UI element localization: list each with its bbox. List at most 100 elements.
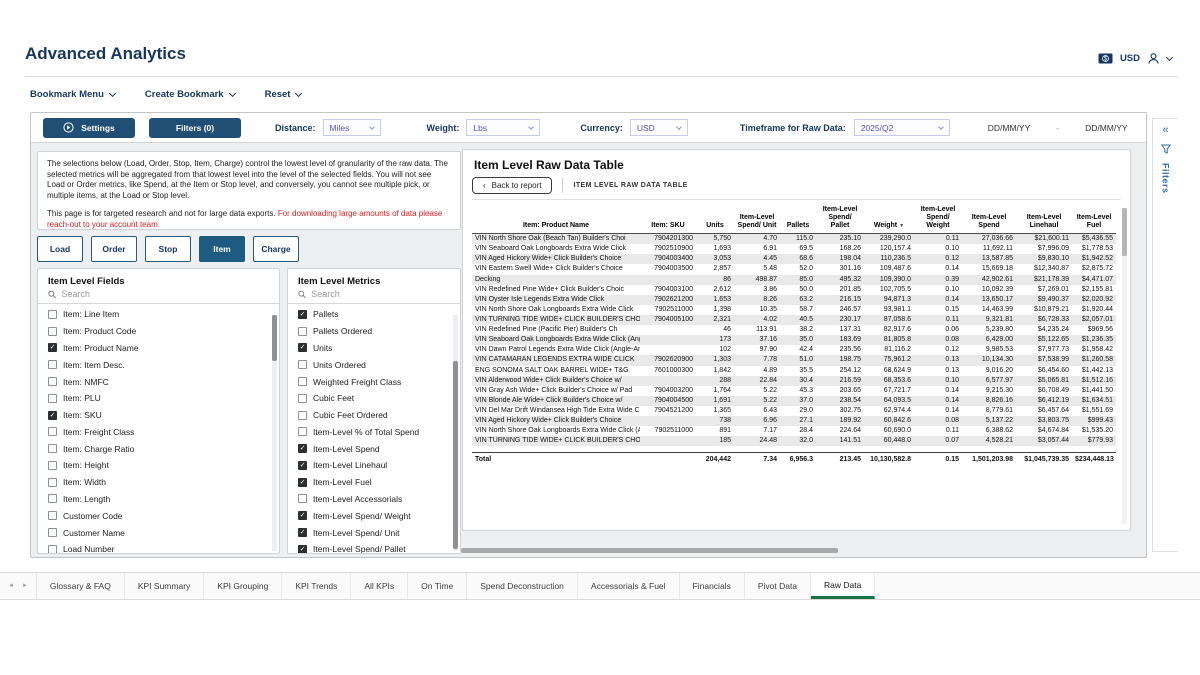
checkbox-item[interactable]: ✓Item-Level Spend/ Weight — [288, 507, 460, 524]
checkbox-item[interactable]: ✓Item: SKU — [38, 407, 279, 424]
checkbox-item[interactable]: Item: NMFC — [38, 373, 279, 390]
checkbox-item[interactable]: Item-Level Accessorials — [288, 491, 460, 508]
level-button-load[interactable]: Load — [37, 236, 83, 262]
checkbox-item[interactable]: Item: Product Code — [38, 323, 279, 340]
table-row[interactable]: VIN North Shore Oak (Beach Tan) Builder'… — [472, 234, 1116, 245]
column-header-11[interactable]: Item-Level Fuel — [1072, 204, 1116, 234]
checkbox-item[interactable]: ✓Item: Product Name — [38, 340, 279, 357]
table-row[interactable]: VIN Redefined Pine Wide+ Click Builder's… — [472, 285, 1116, 295]
checkbox-item[interactable]: ✓Units — [288, 340, 460, 357]
checkbox-item[interactable]: Item: Height — [38, 457, 279, 474]
tab-kpi-summary[interactable]: KPI Summary — [125, 573, 204, 599]
checkbox-item[interactable]: ✓Item-Level Linehaul — [288, 457, 460, 474]
column-header-2[interactable]: Item: SKU — [640, 204, 696, 234]
table-row[interactable]: ENG SONOMA SALT OAK BARREL WIDE+ T&G7601… — [472, 366, 1116, 376]
checkbox-item[interactable]: Item-Level % of Total Spend — [288, 423, 460, 440]
tab-financials[interactable]: Financials — [680, 573, 745, 599]
table-row[interactable]: VIN Blonde Ale Wide+ Click Builder's Cho… — [472, 396, 1116, 406]
checkbox-item[interactable]: Pallets Ordered — [288, 323, 460, 340]
date-to-field[interactable]: DD/MM/YY — [1085, 123, 1128, 133]
column-header-9[interactable]: Item-Level Spend — [962, 204, 1016, 234]
checkbox-item[interactable]: Item: Freight Class — [38, 423, 279, 440]
table-horizontal-scrollbar[interactable] — [461, 548, 838, 553]
table-row[interactable]: VIN CATAMARAN LEGENDS EXTRA WIDE CLICK79… — [472, 355, 1116, 365]
metrics-search-input[interactable] — [311, 289, 450, 299]
fields-search-input[interactable] — [61, 289, 269, 299]
checkbox-item[interactable]: Customer Code — [38, 507, 279, 524]
checkbox-item[interactable]: ✓Pallets — [288, 306, 460, 323]
checkbox-item[interactable]: Cubic Feet — [288, 390, 460, 407]
table-view-tab[interactable]: ITEM LEVEL RAW DATA TABLE — [562, 178, 697, 193]
checkbox-item[interactable]: Item: Line Item — [38, 306, 279, 323]
user-menu-chevron-icon[interactable] — [1166, 53, 1173, 60]
reset-button[interactable]: Reset — [265, 89, 302, 100]
table-row[interactable]: VIN Dawn Patrol Legends Extra Wide Click… — [472, 345, 1116, 355]
tab-scroll-right-icon[interactable]: ► — [22, 583, 28, 589]
filters-button[interactable]: Filters (0) — [149, 118, 241, 138]
checkbox-item[interactable]: Item: Width — [38, 474, 279, 491]
tab-on-time[interactable]: On Time — [408, 573, 467, 599]
table-row[interactable]: VIN Gray Ash Wide+ Click Builder's Choic… — [472, 386, 1116, 396]
currency-indicator[interactable]: USD — [1120, 53, 1140, 64]
back-to-report-button[interactable]: ‹Back to report — [472, 177, 552, 194]
level-button-stop[interactable]: Stop — [145, 236, 191, 262]
column-header-4[interactable]: Item-Level Spend/ Unit — [734, 204, 780, 234]
table-row[interactable]: VIN Alderwood Wide+ Click Builder's Choi… — [472, 376, 1116, 386]
checkbox-item[interactable]: Units Ordered — [288, 356, 460, 373]
tab-glossary-faq[interactable]: Glossary & FAQ — [37, 573, 125, 599]
checkbox-item[interactable]: ✓Item-Level Spend/ Pallet — [288, 541, 460, 554]
column-header-8[interactable]: Item-Level Spend/ Weight — [914, 204, 962, 234]
table-row[interactable]: VIN Redefined Pine (Pacific Pier) Builde… — [472, 325, 1116, 335]
currency-select[interactable]: USD — [630, 119, 688, 136]
date-from-field[interactable]: DD/MM/YY — [988, 123, 1031, 133]
settings-button[interactable]: Settings — [43, 118, 135, 138]
checkbox-item[interactable]: Item: Length — [38, 491, 279, 508]
checkbox-item[interactable]: Customer Name — [38, 524, 279, 541]
tab-raw-data[interactable]: Raw Data — [811, 573, 875, 599]
column-header-5[interactable]: Pallets — [780, 204, 816, 234]
level-button-charge[interactable]: Charge — [253, 236, 299, 262]
table-row[interactable]: VIN Seaboard Oak Longboards Extra Wide C… — [472, 335, 1116, 345]
table-row[interactable]: VIN Oyster Isle Legends Extra Wide Click… — [472, 295, 1116, 305]
tab-kpi-grouping[interactable]: KPI Grouping — [204, 573, 282, 599]
checkbox-item[interactable]: Item: PLU — [38, 390, 279, 407]
checkbox-item[interactable]: Load Number — [38, 541, 279, 554]
table-row[interactable]: VIN Eastern Swell Wide+ Click Builder's … — [472, 264, 1116, 274]
table-row[interactable]: VIN Aged Hickory Wide+ Click Builder's C… — [472, 416, 1116, 426]
table-row[interactable]: VIN Seaboard Oak Longboards Extra Wide C… — [472, 244, 1116, 254]
collapse-pane-icon[interactable]: « — [1162, 125, 1168, 135]
checkbox-item[interactable]: ✓Item-Level Spend/ Unit — [288, 524, 460, 541]
column-header-3[interactable]: Units — [696, 204, 734, 234]
table-row[interactable]: VIN Del Mar Drift Windansea High Tide Ex… — [472, 406, 1116, 416]
checkbox-item[interactable]: ✓Item-Level Spend — [288, 440, 460, 457]
metrics-scrollbar-thumb[interactable] — [453, 361, 458, 549]
checkbox-item[interactable]: ✓Item-Level Fuel — [288, 474, 460, 491]
checkbox-item[interactable]: Item: Item Desc. — [38, 356, 279, 373]
column-header-10[interactable]: Item-Level Linehaul — [1016, 204, 1072, 234]
column-header-7[interactable]: Weight▼ — [864, 204, 914, 234]
checkbox-item[interactable]: Weighted Freight Class — [288, 373, 460, 390]
table-row[interactable]: VIN North Shore Oak Longboards Extra Wid… — [472, 305, 1116, 315]
bookmark-menu-button[interactable]: Bookmark Menu — [30, 89, 115, 100]
tab-accessorials-fuel[interactable]: Accessorials & Fuel — [578, 573, 680, 599]
level-button-item[interactable]: Item — [199, 236, 245, 262]
table-row[interactable]: VIN TURNING TIDE WIDE+ CLICK BUILDER'S C… — [472, 315, 1116, 325]
tab-scroll-left-icon[interactable]: ◄ — [8, 583, 14, 589]
tab-spend-deconstruction[interactable]: Spend Deconstruction — [467, 573, 578, 599]
weight-select[interactable]: Lbs — [466, 119, 540, 136]
level-button-order[interactable]: Order — [91, 236, 137, 262]
timeframe-select[interactable]: 2025/Q2 — [854, 119, 950, 136]
table-scrollbar-thumb[interactable] — [1122, 208, 1127, 256]
table-row[interactable]: Decking86498.8785.0495.32109,390.00.3942… — [472, 275, 1116, 285]
tab-kpi-trends[interactable]: KPI Trends — [282, 573, 351, 599]
checkbox-item[interactable]: Cubic Feet Ordered — [288, 407, 460, 424]
tab-pivot-data[interactable]: Pivot Data — [745, 573, 811, 599]
column-header-6[interactable]: Item-Level Spend/ Pallet — [816, 204, 864, 234]
distance-select[interactable]: Miles — [323, 119, 381, 136]
tab-all-kpis[interactable]: All KPIs — [351, 573, 408, 599]
table-row[interactable]: VIN North Shore Oak Longboards Extra Wid… — [472, 426, 1116, 436]
table-row[interactable]: VIN TURNING TIDE WIDE+ CLICK BUILDER'S C… — [472, 436, 1116, 446]
create-bookmark-button[interactable]: Create Bookmark — [145, 89, 235, 100]
user-icon[interactable] — [1147, 52, 1160, 65]
table-row[interactable]: VIN Aged Hickory Wide+ Click Builder's C… — [472, 254, 1116, 264]
